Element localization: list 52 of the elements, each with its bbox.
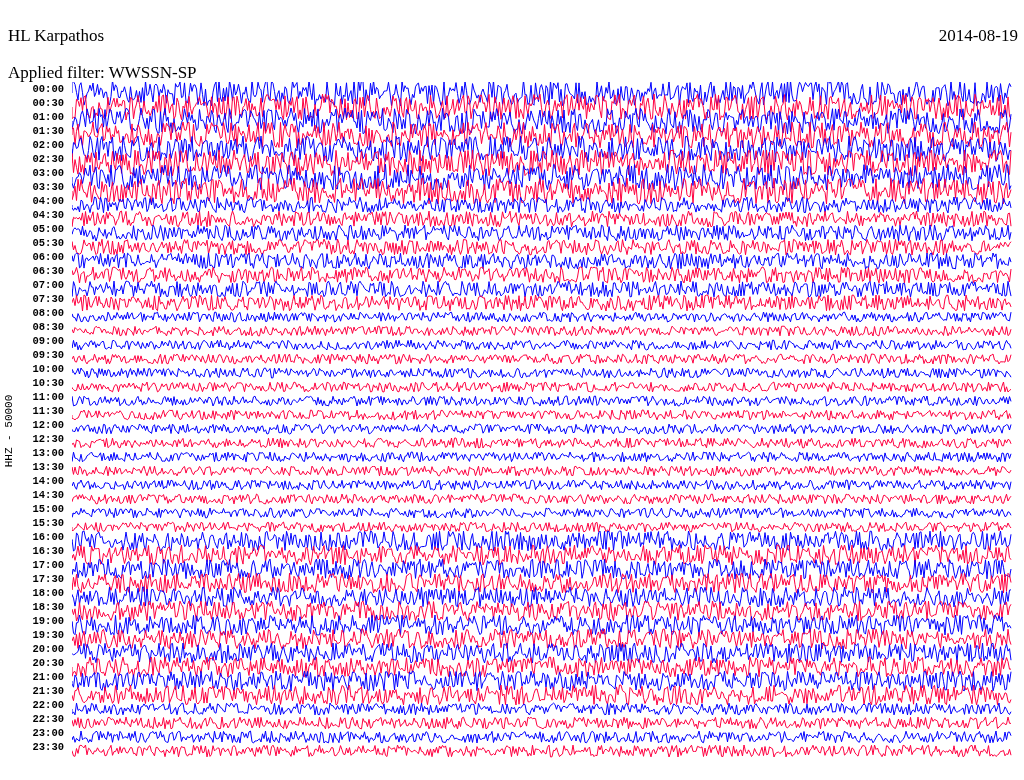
station-title: HL Karpathos — [8, 26, 106, 46]
time-label: 07:30 — [31, 292, 64, 306]
time-label: 05:00 — [31, 222, 64, 236]
time-label: 22:00 — [31, 698, 64, 712]
time-label: 10:30 — [31, 376, 64, 390]
time-label: 06:00 — [31, 250, 64, 264]
time-label: 15:30 — [31, 516, 64, 530]
time-label: 18:00 — [31, 586, 64, 600]
time-label: 19:30 — [31, 628, 64, 642]
channel-axis-label: HHZ - 50000 — [3, 394, 15, 468]
time-label: 18:30 — [31, 600, 64, 614]
time-label: 16:30 — [31, 544, 64, 558]
time-label: 09:30 — [31, 348, 64, 362]
date-label: 2014-08-19 — [938, 26, 1018, 46]
time-label: 19:00 — [31, 614, 64, 628]
time-label: 11:30 — [31, 404, 64, 418]
time-label: 11:00 — [31, 390, 64, 404]
time-label: 02:30 — [31, 152, 64, 166]
time-label: 02:00 — [31, 138, 64, 152]
time-label: 00:30 — [31, 96, 64, 110]
time-label: 21:30 — [31, 684, 64, 698]
time-label: 08:00 — [31, 306, 64, 320]
time-label: 03:30 — [31, 180, 64, 194]
time-label: 09:00 — [31, 334, 64, 348]
time-label: 06:30 — [31, 264, 64, 278]
time-label: 04:30 — [31, 208, 64, 222]
time-label: 01:00 — [31, 110, 64, 124]
time-label: 14:30 — [31, 488, 64, 502]
time-label: 20:30 — [31, 656, 64, 670]
time-label: 23:00 — [31, 726, 64, 740]
time-label: 10:00 — [31, 362, 64, 376]
time-label: 00:00 — [31, 82, 64, 96]
time-label: 01:30 — [31, 124, 64, 138]
time-label: 03:00 — [31, 166, 64, 180]
time-label: 17:00 — [31, 558, 64, 572]
time-label: 16:00 — [31, 530, 64, 544]
time-label: 23:30 — [31, 740, 64, 754]
time-label: 15:00 — [31, 502, 64, 516]
time-label: 12:30 — [31, 432, 64, 446]
time-label: 21:00 — [31, 670, 64, 684]
time-label: 14:00 — [31, 474, 64, 488]
time-label: 17:30 — [31, 572, 64, 586]
time-label: 20:00 — [31, 642, 64, 656]
time-label: 13:00 — [31, 446, 64, 460]
time-label: 08:30 — [31, 320, 64, 334]
time-label: 22:30 — [31, 712, 64, 726]
time-label: 04:00 — [31, 194, 64, 208]
time-label: 12:00 — [31, 418, 64, 432]
time-label: 07:00 — [31, 278, 64, 292]
time-label: 13:30 — [31, 460, 64, 474]
time-label: 05:30 — [31, 236, 64, 250]
filter-label: Applied filter: WWSSN-SP — [8, 63, 198, 83]
